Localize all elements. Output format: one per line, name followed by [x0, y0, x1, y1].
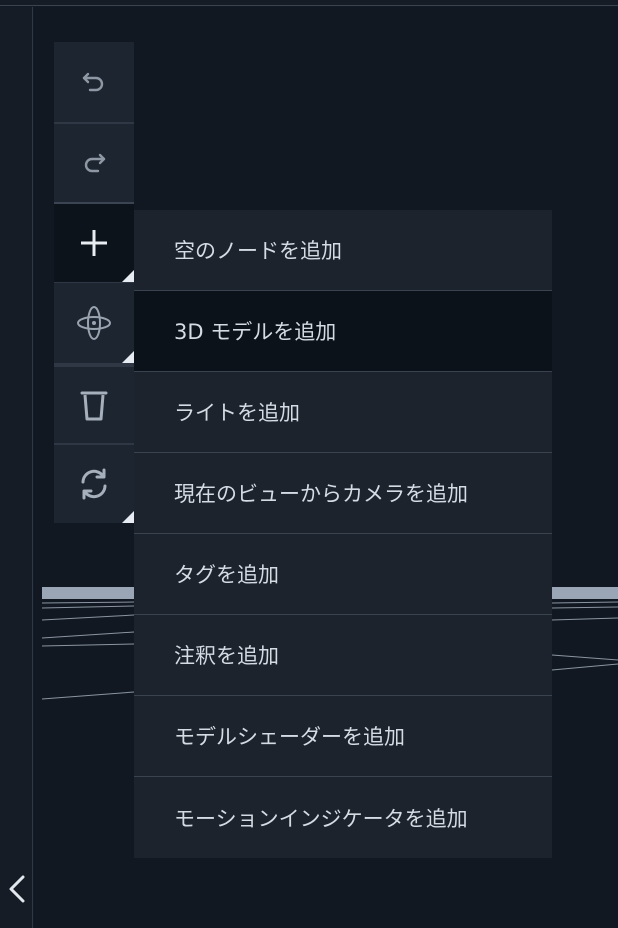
menu-item-label: モーションインジケータを追加 [174, 806, 468, 831]
menu-item-label: モデルシェーダーを追加 [174, 725, 405, 749]
menu-item-label: 3D モデルを追加 [174, 320, 337, 344]
submenu-indicator [122, 270, 134, 282]
add-menu: 空のノードを追加 3D モデルを追加 ライトを追加 現在のビューからカメラを追加… [134, 210, 552, 858]
orbit-button[interactable] [54, 282, 134, 363]
top-border [0, 0, 618, 6]
collapse-sidebar-button[interactable] [4, 872, 30, 910]
submenu-indicator [122, 511, 134, 523]
menu-item-label: 注釈を追加 [174, 644, 279, 668]
redo-button[interactable] [54, 122, 134, 202]
scene-toolbar [54, 42, 134, 523]
sync-icon [77, 467, 111, 501]
redo-icon [81, 151, 107, 175]
menu-item-label: 空のノードを追加 [174, 239, 342, 263]
menu-item-add-3d-model[interactable]: 3D モデルを追加 [134, 291, 552, 372]
menu-item-add-model-shader[interactable]: モデルシェーダーを追加 [134, 696, 552, 777]
menu-item-label: 現在のビューからカメラを追加 [174, 482, 468, 506]
menu-item-add-camera-from-view[interactable]: 現在のビューからカメラを追加 [134, 453, 552, 534]
plus-icon [79, 228, 109, 258]
chevron-left-icon [7, 874, 27, 908]
orbit-icon [76, 305, 112, 341]
trash-icon [80, 388, 108, 422]
delete-button[interactable] [54, 363, 134, 443]
submenu-indicator [122, 351, 134, 363]
undo-icon [81, 70, 107, 94]
menu-item-label: ライトを追加 [174, 401, 300, 425]
undo-button[interactable] [54, 42, 134, 122]
left-sidebar-rail [0, 7, 33, 928]
add-button[interactable] [54, 202, 134, 282]
menu-item-add-motion-indicator[interactable]: モーションインジケータを追加 [134, 777, 552, 858]
sync-button[interactable] [54, 443, 134, 523]
menu-item-add-tag[interactable]: タグを追加 [134, 534, 552, 615]
menu-item-label: タグを追加 [174, 563, 279, 587]
menu-item-add-empty-node[interactable]: 空のノードを追加 [134, 210, 552, 291]
menu-item-add-annotation[interactable]: 注釈を追加 [134, 615, 552, 696]
menu-item-add-light[interactable]: ライトを追加 [134, 372, 552, 453]
